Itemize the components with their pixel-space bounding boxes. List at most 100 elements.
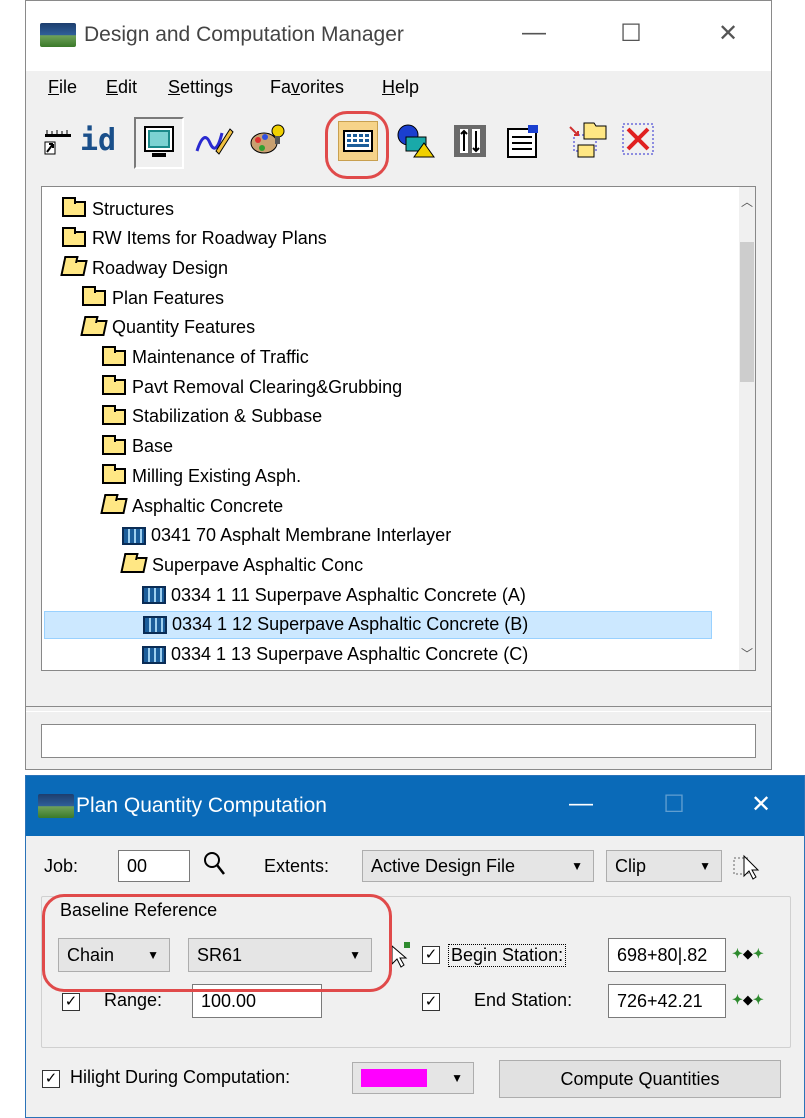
maximize-button[interactable]: ☐ bbox=[611, 19, 651, 48]
tree-label: Roadway Design bbox=[92, 257, 229, 278]
folder-icon bbox=[102, 434, 126, 455]
tree-label: Asphaltic Concrete bbox=[132, 495, 284, 516]
id-icon[interactable]: id bbox=[80, 123, 116, 158]
tree-item[interactable]: 0334 1 12 Superpave Asphaltic Concrete (… bbox=[44, 610, 712, 639]
menu-settings[interactable]: Settings bbox=[168, 77, 233, 98]
job-input[interactable]: 00 bbox=[118, 850, 190, 882]
tree-label: 0334 1 11 Superpave Asphaltic Concrete (… bbox=[171, 584, 526, 605]
tree-folder[interactable]: Roadway Design bbox=[60, 254, 229, 282]
new-folder-icon[interactable] bbox=[566, 119, 610, 169]
menu-settings-accel: S bbox=[168, 77, 181, 97]
tree-folder[interactable]: Milling Existing Asph. bbox=[102, 462, 301, 490]
extents-label: Extents: bbox=[264, 856, 330, 876]
minimize-button[interactable]: — bbox=[561, 790, 601, 818]
color-swatch bbox=[361, 1069, 427, 1087]
hilight-checkbox[interactable]: ✓ bbox=[42, 1070, 60, 1088]
locate-end-station-icon[interactable]: ✦◆✦ bbox=[732, 992, 764, 1008]
menu-edit[interactable]: Edit bbox=[106, 77, 137, 98]
monitor-icon[interactable] bbox=[134, 117, 184, 169]
shapes-icon[interactable] bbox=[394, 121, 438, 167]
range-checkbox[interactable]: ✓ bbox=[62, 993, 80, 1011]
close-button[interactable]: ✕ bbox=[741, 790, 781, 819]
tree-folder[interactable]: Structures bbox=[62, 195, 174, 223]
window-title: Plan Quantity Computation bbox=[76, 794, 327, 817]
pay-item-icon bbox=[142, 645, 166, 664]
menu-settings-label: ettings bbox=[180, 77, 234, 97]
tree-folder[interactable]: Base bbox=[102, 433, 173, 461]
extents-dropdown[interactable]: Active Design File ▼ bbox=[362, 850, 594, 882]
tree-label: Base bbox=[132, 436, 174, 457]
palette-icon[interactable] bbox=[248, 121, 288, 165]
tree-label: 0341 70 Asphalt Membrane Interlayer bbox=[151, 525, 452, 546]
end-station-checkbox[interactable]: ✓ bbox=[422, 993, 440, 1011]
close-button[interactable]: ✕ bbox=[708, 19, 748, 48]
scroll-up-icon[interactable]: ︿ bbox=[739, 193, 755, 210]
pay-item-icon bbox=[122, 526, 146, 545]
tree-folder[interactable]: Stabilization & Subbase bbox=[102, 403, 322, 431]
data-icon[interactable] bbox=[450, 121, 490, 167]
tree-folder[interactable]: Superpave Asphaltic Conc bbox=[120, 551, 363, 579]
tree-label: 0334 1 12 Superpave Asphaltic Concrete (… bbox=[172, 614, 529, 635]
pane-splitter[interactable] bbox=[26, 706, 771, 712]
settings-list-icon[interactable] bbox=[502, 121, 544, 167]
design-computation-manager-window: Design and Computation Manager — ☐ ✕ Fil… bbox=[25, 0, 772, 770]
folder-icon bbox=[102, 375, 126, 396]
hilight-color-dropdown[interactable]: ▼ bbox=[352, 1062, 474, 1094]
tree-view[interactable]: Structures RW Items for Roadway Plans Road… bbox=[41, 186, 756, 671]
scroll-thumb[interactable] bbox=[740, 242, 754, 382]
delete-icon[interactable] bbox=[620, 121, 656, 163]
vertical-scrollbar[interactable]: ︿ ﹀ bbox=[739, 187, 755, 670]
tree-label: Plan Features bbox=[112, 287, 225, 308]
menu-favorites[interactable]: Favorites bbox=[270, 77, 344, 98]
folder-open-icon bbox=[80, 319, 108, 336]
begin-station-input[interactable]: 698+80|.82 bbox=[608, 938, 726, 972]
range-label: Range: bbox=[104, 990, 163, 1010]
pencil-curve-icon[interactable] bbox=[194, 123, 234, 163]
tree-label: Maintenance of Traffic bbox=[132, 347, 309, 367]
title-bar: Design and Computation Manager — ☐ ✕ bbox=[26, 1, 771, 71]
tree-folder[interactable]: Plan Features bbox=[82, 284, 224, 312]
element-select-icon[interactable] bbox=[732, 852, 762, 886]
folder-icon bbox=[102, 404, 126, 425]
scroll-down-icon[interactable]: ﹀ bbox=[739, 645, 755, 662]
tree-folder[interactable]: Pavt Removal Clearing&Grubbing bbox=[102, 373, 402, 401]
tree-item[interactable]: 0341 70 Asphalt Membrane Interlayer bbox=[122, 522, 451, 550]
tree-folder[interactable]: Quantity Features bbox=[80, 314, 256, 342]
pay-item-icon bbox=[143, 615, 167, 634]
folder-icon bbox=[82, 286, 106, 307]
tree-label: Pavt Removal Clearing&Grubbing bbox=[132, 376, 403, 397]
toolbar: id bbox=[26, 109, 771, 177]
tree-label: Quantity Features bbox=[112, 317, 256, 338]
plan-quantity-computation-window: Plan Quantity Computation — ☐ ✕ Job: 00 … bbox=[25, 775, 805, 1118]
minimize-button[interactable]: — bbox=[514, 19, 554, 47]
begin-station-checkbox[interactable]: ✓ bbox=[422, 946, 440, 964]
compute-quantities-button[interactable]: Compute Quantities bbox=[499, 1060, 781, 1098]
clip-dropdown[interactable]: Clip ▼ bbox=[606, 850, 722, 882]
menu-favorites-label: orites bbox=[300, 77, 345, 97]
app-icon bbox=[40, 23, 76, 47]
chevron-down-icon: ▼ bbox=[451, 1071, 463, 1085]
tree-folder[interactable]: Maintenance of Traffic bbox=[102, 344, 309, 372]
search-icon[interactable] bbox=[202, 850, 228, 884]
title-bar: Plan Quantity Computation — ☐ ✕ bbox=[26, 776, 804, 836]
app-icon bbox=[38, 794, 74, 818]
begin-station-label: Begin Station: bbox=[448, 944, 567, 967]
end-station-input[interactable]: 726+42.21 bbox=[608, 984, 726, 1018]
menu-favorites-accel: v bbox=[291, 77, 301, 97]
job-label: Job: bbox=[44, 856, 79, 876]
menu-help[interactable]: Help bbox=[382, 77, 419, 98]
folder-open-icon bbox=[100, 498, 128, 514]
folder-icon bbox=[62, 197, 86, 217]
chevron-down-icon: ▼ bbox=[571, 859, 583, 873]
locate-begin-station-icon[interactable]: ✦◆✦ bbox=[732, 946, 764, 962]
menu-help-label: elp bbox=[395, 77, 420, 97]
tree-item[interactable]: 0334 1 13 Superpave Asphaltic Concrete (… bbox=[142, 641, 528, 669]
maximize-button: ☐ bbox=[663, 791, 685, 818]
tree-folder[interactable]: RW Items for Roadway Plans bbox=[62, 225, 327, 253]
ruler-icon[interactable] bbox=[40, 123, 76, 159]
tree-label: 0334 1 13 Superpave Asphaltic Concrete (… bbox=[171, 644, 529, 664]
menu-file[interactable]: File bbox=[48, 77, 77, 98]
tree-label: Structures bbox=[92, 198, 175, 219]
tree-folder[interactable]: Asphaltic Concrete bbox=[100, 492, 284, 520]
tree-item[interactable]: 0334 1 11 Superpave Asphaltic Concrete (… bbox=[142, 581, 526, 609]
